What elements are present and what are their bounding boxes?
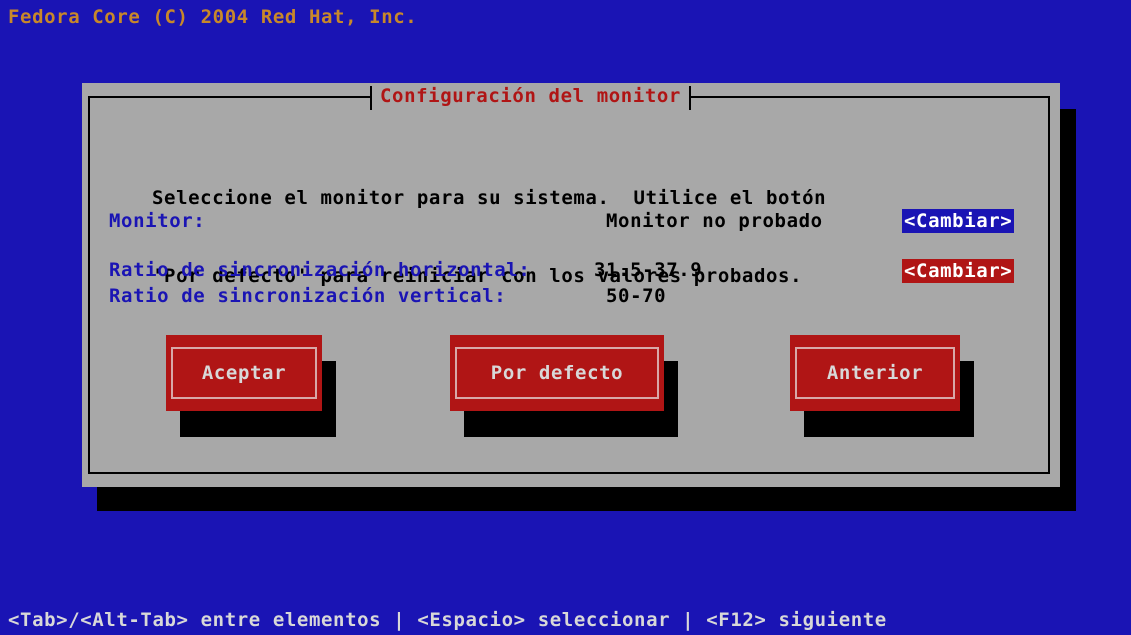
monitor-label: Monitor: (109, 210, 206, 232)
back-button-label: Anterior (795, 347, 955, 399)
hsync-change-button[interactable]: <Cambiar> (902, 259, 1015, 283)
default-button-label: Por defecto (455, 347, 659, 399)
dialog-title: Configuración del monitor (370, 83, 691, 111)
monitor-config-dialog: Configuración del monitor Seleccione el … (82, 83, 1060, 487)
monitor-value: Monitor no probado (606, 210, 823, 232)
vsync-label: Ratio de sincronización vertical: (109, 285, 507, 307)
copyright-header: Fedora Core (C) 2004 Red Hat, Inc. (8, 6, 418, 28)
hsync-value: 31.5-37.9 (594, 259, 703, 281)
accept-button-label: Aceptar (171, 347, 317, 399)
default-button[interactable]: Por defecto (450, 335, 664, 411)
back-button[interactable]: Anterior (790, 335, 960, 411)
hsync-label: Ratio de sincronización horizontal: (109, 259, 531, 281)
accept-button[interactable]: Aceptar (166, 335, 322, 411)
vsync-value: 50-70 (606, 285, 667, 307)
instruction-line-1: Seleccione el monitor para su sistema. U… (152, 187, 827, 209)
monitor-change-button[interactable]: <Cambiar> (902, 209, 1015, 233)
keyboard-help-bar: <Tab>/<Alt-Tab> entre elementos | <Espac… (8, 609, 887, 631)
instruction-text: Seleccione el monitor para su sistema. U… (152, 133, 826, 341)
